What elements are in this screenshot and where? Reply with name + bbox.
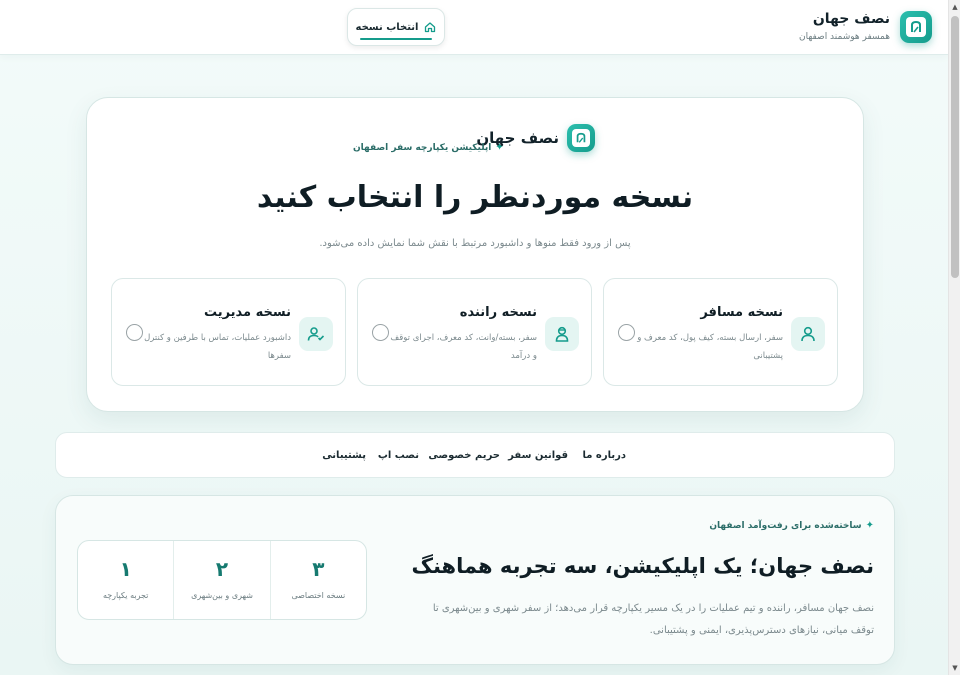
link-privacy[interactable]: حریم خصوصی xyxy=(428,450,500,461)
hero-description: پس از ورود فقط منوها و داشبورد مرتبط با … xyxy=(319,238,631,249)
active-indicator xyxy=(360,38,432,40)
choose-version-button[interactable]: انتخاب نسخه xyxy=(347,8,445,46)
brand-name: نصف جهان xyxy=(812,11,890,27)
hero-tagline-text: اپلیکیشن یکپارچه سفر اصفهان xyxy=(353,142,492,153)
hero-title: نسخه موردنظر را انتخاب کنید xyxy=(256,180,694,215)
stat-item: ۳ نسخه اختصاصی xyxy=(269,541,366,619)
about-card: ✦ ساخته‌شده برای رفت‌وآمد اصفهان نصف جها… xyxy=(55,495,895,665)
stat-value: ۳ xyxy=(312,557,325,581)
brand[interactable]: نصف جهان همسفر هوشمند اصفهان xyxy=(799,10,932,44)
stat-item: ۱ تجربه یکپارچه xyxy=(78,541,173,619)
about-description: نصف جهان مسافر، راننده و تیم عملیات را د… xyxy=(432,603,874,636)
sparkle-icon: ✦ xyxy=(495,142,504,153)
driver-icon xyxy=(545,317,579,351)
option-title: نسخه مدیریت xyxy=(203,305,291,320)
hero-tagline: ✦ اپلیکیشن یکپارچه سفر اصفهان xyxy=(353,142,504,153)
link-travel-rules[interactable]: قوانین سفر xyxy=(508,450,568,461)
stats-panel: ۳ نسخه اختصاصی ۲ شهری و بین‌شهری ۱ تجربه… xyxy=(77,540,367,620)
footer-links-bar: درباره ما قوانین سفر حریم خصوصی نصب اپ پ… xyxy=(55,432,895,478)
stat-item: ۲ شهری و بین‌شهری xyxy=(173,541,269,619)
brand-subtitle: همسفر هوشمند اصفهان xyxy=(799,32,890,42)
app-logo-icon xyxy=(900,11,932,43)
radio-admin[interactable] xyxy=(126,324,143,341)
about-kicker-text: ساخته‌شده برای رفت‌وآمد اصفهان xyxy=(709,520,862,531)
option-title: نسخه راننده xyxy=(459,305,537,320)
radio-driver[interactable] xyxy=(372,324,389,341)
choose-version-label: انتخاب نسخه xyxy=(355,21,419,33)
scroll-up-arrow-icon[interactable]: ▲ xyxy=(949,0,960,14)
scrollbar-thumb[interactable] xyxy=(951,16,959,278)
option-admin[interactable]: نسخه مدیریت داشبورد عملیات، تماس با طرفی… xyxy=(111,278,346,386)
home-icon xyxy=(425,22,436,33)
option-driver[interactable]: نسخه راننده سفر، بسته/وانت، کد معرف، اجر… xyxy=(357,278,592,386)
sparkle-icon: ✦ xyxy=(865,520,874,531)
stat-value: ۲ xyxy=(215,557,229,581)
stat-label: تجربه یکپارچه xyxy=(102,591,149,600)
hero-logo-icon xyxy=(567,124,595,152)
stat-label: نسخه اختصاصی xyxy=(291,591,346,600)
option-description: سفر، بسته/وانت، کد معرف، اجرای توقف و در… xyxy=(390,333,537,361)
about-kicker: ✦ ساخته‌شده برای رفت‌وآمد اصفهان xyxy=(709,520,874,531)
link-support[interactable]: پشتیبانی xyxy=(322,450,366,461)
vertical-scrollbar[interactable]: ▲ ▼ xyxy=(948,0,960,675)
stat-label: شهری و بین‌شهری xyxy=(191,591,253,600)
version-selection-card: نصف جهان ✦ اپلیکیشن یکپارچه سفر اصفهان ن… xyxy=(86,97,864,412)
radio-passenger[interactable] xyxy=(618,324,635,341)
option-passenger[interactable]: نسخه مسافر سفر، ارسال بسته، کیف پول، کد … xyxy=(603,278,838,386)
top-bar: نصف جهان همسفر هوشمند اصفهان انتخاب نسخه xyxy=(0,0,948,55)
stat-value: ۱ xyxy=(119,557,132,581)
option-title: نسخه مسافر xyxy=(700,305,783,320)
link-about[interactable]: درباره ما xyxy=(583,450,627,461)
link-install-app[interactable]: نصب اپ xyxy=(378,450,419,461)
option-description: سفر، ارسال بسته، کیف پول، کد معرف و پشتی… xyxy=(637,333,783,361)
admin-user-check-icon xyxy=(299,317,333,351)
option-description: داشبورد عملیات، تماس با طرفین و کنترل سف… xyxy=(144,333,291,361)
scroll-down-arrow-icon[interactable]: ▼ xyxy=(949,661,960,675)
about-title: نصف جهان؛ یک اپلیکیشن، سه تجربه هماهنگ xyxy=(411,554,874,578)
user-icon xyxy=(791,317,825,351)
page: نصف جهان همسفر هوشمند اصفهان انتخاب نسخه… xyxy=(0,0,948,675)
